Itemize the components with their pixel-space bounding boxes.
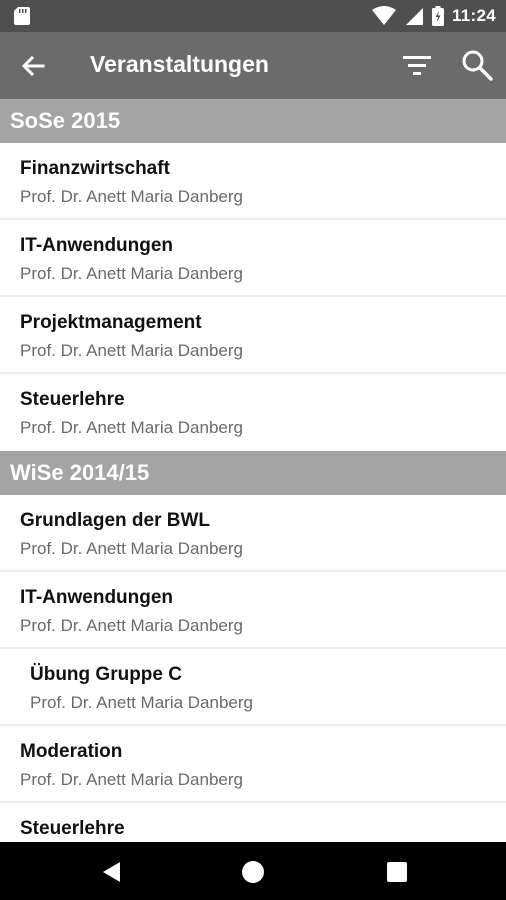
list-item-sub[interactable]: Übung Gruppe C Prof. Dr. Anett Maria Dan… xyxy=(0,649,506,726)
list-item[interactable]: Finanzwirtschaft Prof. Dr. Anett Maria D… xyxy=(0,143,506,220)
nav-back-icon[interactable] xyxy=(100,860,124,884)
course-lecturer: Prof. Dr. Anett Maria Danberg xyxy=(20,539,243,558)
list-item[interactable]: IT-Anwendungen Prof. Dr. Anett Maria Dan… xyxy=(0,572,506,649)
course-lecturer: Prof. Dr. Anett Maria Danberg xyxy=(30,693,253,712)
course-name: Projektmanagement xyxy=(20,312,202,333)
app-bar: Veranstaltungen xyxy=(0,32,506,99)
course-lecturer: Prof. Dr. Anett Maria Danberg xyxy=(20,341,243,360)
course-name: IT-Anwendungen xyxy=(20,235,174,256)
list-item[interactable]: Projektmanagement Prof. Dr. Anett Maria … xyxy=(0,297,506,374)
list-item[interactable]: Grundlagen der BWL Prof. Dr. Anett Maria… xyxy=(0,495,506,572)
sd-card-icon xyxy=(14,7,30,25)
page-title: Veranstaltungen xyxy=(90,51,269,77)
signal-icon xyxy=(405,8,423,25)
course-name: Übung Gruppe C xyxy=(30,664,182,685)
list-item[interactable]: Steuerlehre xyxy=(0,803,506,842)
section-header-sose-2015: SoSe 2015 xyxy=(0,99,506,143)
section-header-wise-2014-15: WiSe 2014/15 xyxy=(0,451,506,495)
status-bar: 11:24 xyxy=(0,0,506,32)
course-name: IT-Anwendungen xyxy=(20,587,174,608)
navigation-bar xyxy=(0,842,506,900)
nav-recents-icon[interactable] xyxy=(385,860,409,884)
list-item[interactable]: IT-Anwendungen Prof. Dr. Anett Maria Dan… xyxy=(0,220,506,297)
list-item[interactable]: Moderation Prof. Dr. Anett Maria Danberg xyxy=(0,726,506,803)
course-lecturer: Prof. Dr. Anett Maria Danberg xyxy=(20,770,243,789)
search-icon[interactable] xyxy=(460,48,494,82)
filter-icon[interactable] xyxy=(400,50,434,82)
battery-icon xyxy=(431,6,444,26)
course-name: Finanzwirtschaft xyxy=(20,158,170,179)
course-lecturer: Prof. Dr. Anett Maria Danberg xyxy=(20,418,243,437)
course-name: Moderation xyxy=(20,741,123,762)
list-item[interactable]: Steuerlehre Prof. Dr. Anett Maria Danber… xyxy=(0,374,506,451)
course-lecturer: Prof. Dr. Anett Maria Danberg xyxy=(20,264,243,283)
wifi-icon xyxy=(371,6,396,25)
clock: 11:24 xyxy=(451,6,496,25)
course-lecturer: Prof. Dr. Anett Maria Danberg xyxy=(20,187,243,206)
nav-home-icon[interactable] xyxy=(241,860,265,884)
course-list[interactable]: SoSe 2015 Finanzwirtschaft Prof. Dr. Ane… xyxy=(0,99,506,842)
course-name: Grundlagen der BWL xyxy=(20,510,210,531)
course-name: Steuerlehre xyxy=(20,389,125,410)
back-arrow-icon[interactable] xyxy=(18,51,48,81)
course-lecturer: Prof. Dr. Anett Maria Danberg xyxy=(20,616,243,635)
course-name: Steuerlehre xyxy=(20,818,125,839)
